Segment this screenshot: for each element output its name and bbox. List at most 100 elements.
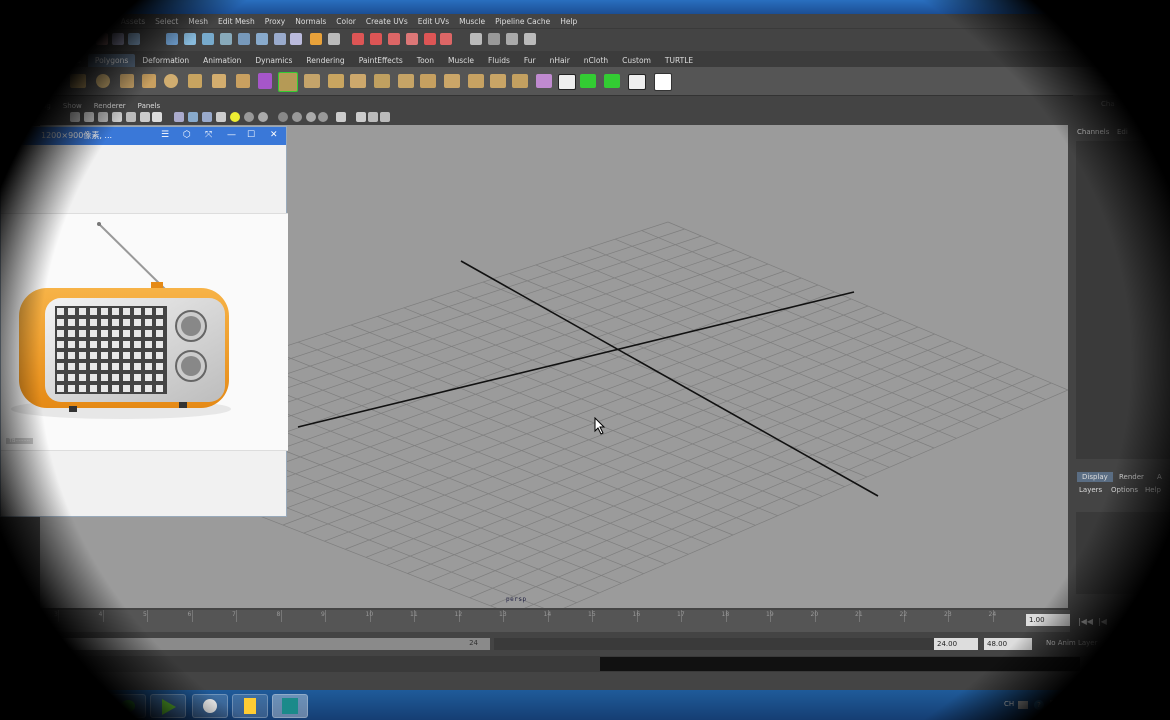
tab-fur[interactable]: Fur xyxy=(517,54,543,67)
menu-item-create-uvs[interactable]: Create UVs xyxy=(366,17,408,26)
bridge-icon[interactable] xyxy=(420,74,436,88)
field-chart-icon[interactable] xyxy=(140,112,150,122)
help-tray-icon[interactable]: ? xyxy=(1034,700,1044,710)
occlusion-icon[interactable] xyxy=(258,112,268,122)
panel-menu-renderer[interactable]: Renderer xyxy=(94,102,126,110)
attribute-editor-icon[interactable] xyxy=(470,33,482,45)
construction-icon[interactable] xyxy=(274,33,286,45)
hierarchy-mode-icon[interactable] xyxy=(112,33,124,45)
layers-menu[interactable]: Layers xyxy=(1079,486,1102,494)
lock-icon[interactable] xyxy=(310,33,322,45)
smooth-shade-icon[interactable] xyxy=(188,112,198,122)
gate-mask-icon[interactable] xyxy=(126,112,136,122)
tab-animation[interactable]: Animation xyxy=(196,54,248,67)
insert-edge-loop-icon[interactable] xyxy=(490,74,506,88)
camera-attributes-icon[interactable] xyxy=(70,112,80,122)
menu-item-window[interactable]: ow xyxy=(100,17,111,26)
offset-edge-loop-icon[interactable] xyxy=(512,74,528,88)
maximize-icon[interactable]: ☐ xyxy=(247,130,255,140)
menu-item-normals[interactable]: Normals xyxy=(295,17,326,26)
tab-anim-layers[interactable]: A xyxy=(1157,473,1162,481)
snap-grid-icon[interactable] xyxy=(166,33,178,45)
panel-menu-show[interactable]: Show xyxy=(63,102,82,110)
playback-end-field[interactable]: 24.00 xyxy=(934,638,978,650)
qq-taskbar-icon[interactable] xyxy=(192,694,228,718)
network-icon[interactable] xyxy=(1050,700,1058,710)
channel-box-icon[interactable] xyxy=(506,33,518,45)
poly-disc-icon[interactable] xyxy=(164,74,178,88)
notepad-taskbar-icon[interactable] xyxy=(232,694,268,718)
current-frame-field[interactable]: 1.00 xyxy=(1026,614,1070,626)
tab-ncloth[interactable]: nCloth xyxy=(577,54,615,67)
skin-icon[interactable]: ⬡ xyxy=(183,130,191,140)
uv-map-icon[interactable] xyxy=(628,74,646,90)
tab-nhair[interactable]: nHair xyxy=(543,54,577,67)
range-bar[interactable]: 24 xyxy=(40,638,490,650)
input-language-indicator[interactable]: CH xyxy=(1004,700,1014,708)
uv-checker-icon[interactable] xyxy=(558,74,576,90)
poly-plane-icon[interactable] xyxy=(188,74,202,88)
tab-edit[interactable]: Edi xyxy=(1117,128,1128,136)
wechat-taskbar-icon[interactable] xyxy=(110,694,146,718)
options-menu[interactable]: Options xyxy=(1111,486,1138,494)
resolution-gate-icon[interactable] xyxy=(112,112,122,122)
uv-unfold-icon[interactable] xyxy=(604,74,620,88)
panel-menu-shading[interactable]: ing xyxy=(40,102,51,110)
maya-taskbar-icon[interactable] xyxy=(272,694,308,718)
go-to-start-icon[interactable]: |◀◀ xyxy=(1078,617,1093,626)
layer-list-area[interactable] xyxy=(1076,512,1170,594)
panel-menu-panels[interactable]: Panels xyxy=(138,102,161,110)
menu-item-edit-mesh[interactable]: Edit Mesh xyxy=(218,17,255,26)
wireframe-icon[interactable] xyxy=(174,112,184,122)
poly-torus-icon[interactable] xyxy=(96,74,110,88)
shadows-icon[interactable] xyxy=(244,112,254,122)
render-current-icon[interactable] xyxy=(328,33,340,45)
tab-dynamics[interactable]: Dynamics xyxy=(248,54,299,67)
append-polygon-icon[interactable] xyxy=(444,74,460,88)
wireframe-on-shaded-icon[interactable] xyxy=(202,112,212,122)
menu-item-muscle[interactable]: Muscle xyxy=(459,17,485,26)
tab-custom[interactable]: Custom xyxy=(615,54,658,67)
menu-item-help[interactable]: Help xyxy=(560,17,577,26)
time-slider[interactable]: 1.00 3 4 5 6 7 8 9 10 11 12 13 14 15 16 17 18 19 20 21 22 23… xyxy=(40,610,1070,632)
viewer-title-bar[interactable]: 1200×900像素, ... ☰ ⬡ ⤧ — ☐ ✕ xyxy=(1,127,286,145)
help-icon[interactable] xyxy=(290,33,302,45)
tab-fluids[interactable]: Fluids xyxy=(481,54,517,67)
lighting-icon[interactable] xyxy=(230,112,240,122)
film-gate-icon[interactable] xyxy=(98,112,108,122)
poly-cylinder-icon[interactable] xyxy=(142,74,156,88)
poly-soccer-icon[interactable] xyxy=(212,74,226,88)
safe-title-icon[interactable] xyxy=(152,112,162,122)
tab-polygons[interactable]: Polygons xyxy=(87,54,136,67)
render-settings-icon[interactable] xyxy=(388,33,400,45)
tab-toon[interactable]: Toon xyxy=(410,54,441,67)
grid-toggle-icon[interactable] xyxy=(84,112,94,122)
menu-item-assets[interactable]: Assets xyxy=(121,17,145,26)
extrude-icon[interactable] xyxy=(398,74,414,88)
snap-point-icon[interactable] xyxy=(202,33,214,45)
tab-painteffects[interactable]: PaintEffects xyxy=(352,54,410,67)
smooth-icon[interactable] xyxy=(374,74,390,88)
isolate-icon[interactable] xyxy=(278,112,288,122)
menu-item-pipeline-cache[interactable]: Pipeline Cache xyxy=(495,17,550,26)
poly-cone-icon[interactable] xyxy=(120,74,134,88)
history-icon[interactable] xyxy=(256,33,268,45)
tab-rendering[interactable]: Rendering xyxy=(299,54,351,67)
poly-platonic-icon[interactable] xyxy=(258,73,272,89)
tool-settings-icon[interactable] xyxy=(488,33,500,45)
boolean-icon[interactable] xyxy=(350,74,366,88)
extract-icon[interactable] xyxy=(328,74,344,88)
hypershade-icon[interactable] xyxy=(406,33,418,45)
textured-icon[interactable] xyxy=(216,112,226,122)
tab-shelf-prev[interactable]: s xyxy=(70,54,88,67)
uv-layout-icon[interactable] xyxy=(580,74,596,88)
viewport-settings-icon[interactable] xyxy=(356,112,366,122)
poly-sphere-icon[interactable] xyxy=(70,74,86,88)
object-mode-icon[interactable] xyxy=(128,33,140,45)
anim-layer-selector[interactable]: No Anim Layer xyxy=(1046,639,1097,647)
split-polygon-icon[interactable] xyxy=(468,74,484,88)
tab-deformation[interactable]: Deformation xyxy=(135,54,196,67)
snap-surface-icon[interactable] xyxy=(238,33,250,45)
poly-pipe-icon[interactable] xyxy=(236,74,250,88)
xray-active-icon[interactable] xyxy=(318,112,328,122)
